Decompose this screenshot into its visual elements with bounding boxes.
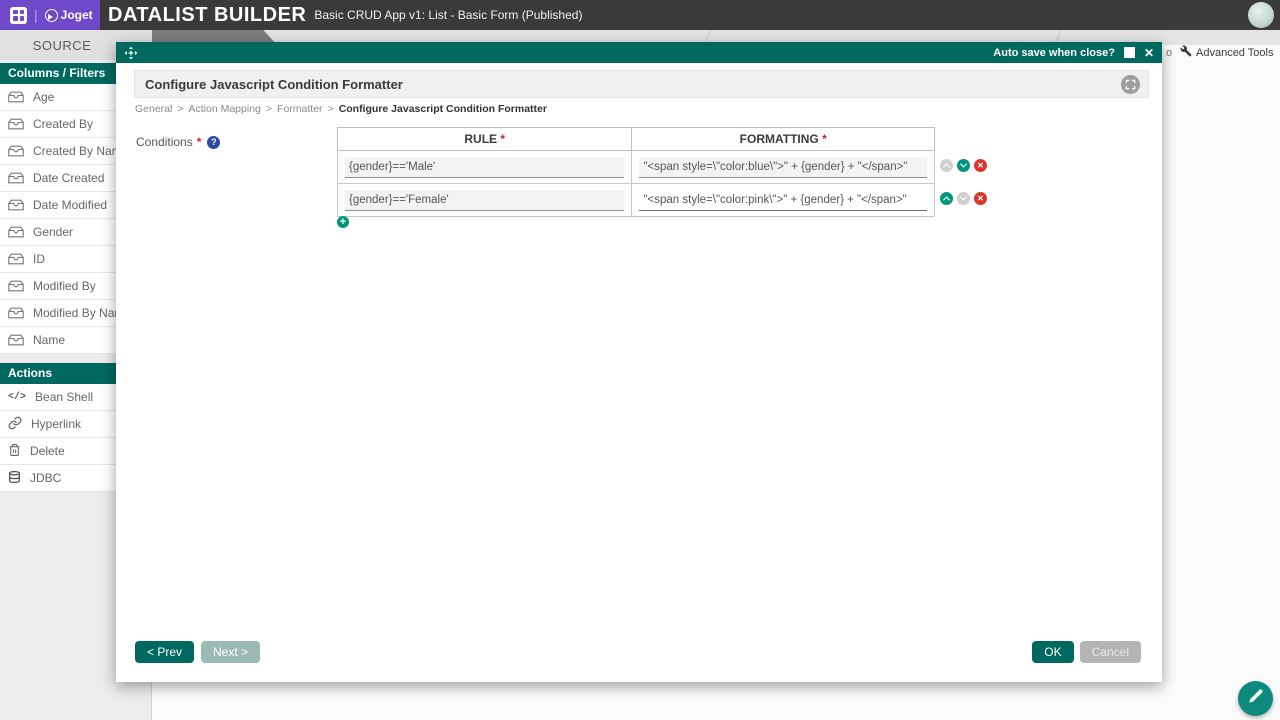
crumb-formatter[interactable]: Formatter bbox=[277, 103, 323, 115]
app-center-block[interactable]: | Joget bbox=[0, 0, 100, 30]
formatting-input-1[interactable] bbox=[639, 157, 927, 178]
builder-subtitle: Basic CRUD App v1: List - Basic Form (Pu… bbox=[314, 8, 582, 22]
autosave-checkbox[interactable] bbox=[1124, 47, 1135, 58]
dialog-actions: OK Cancel bbox=[1032, 641, 1141, 663]
close-icon[interactable]: ✕ bbox=[1144, 47, 1154, 59]
trash-icon bbox=[8, 443, 21, 460]
pencil-icon bbox=[1248, 688, 1264, 709]
formatting-input-2[interactable] bbox=[639, 190, 927, 211]
condition-row-1 bbox=[338, 151, 935, 184]
joget-logo: Joget bbox=[45, 8, 93, 22]
advanced-tools-link[interactable]: Advanced Tools bbox=[1180, 45, 1273, 60]
joget-brand-label: Joget bbox=[61, 8, 93, 22]
formatting-column-header: FORMATTING * bbox=[632, 128, 935, 151]
ok-button[interactable]: OK bbox=[1032, 641, 1073, 663]
prev-button[interactable]: < Prev bbox=[135, 641, 194, 663]
inbox-icon bbox=[8, 307, 24, 319]
rule-column-header: RULE * bbox=[338, 128, 632, 151]
link-icon bbox=[8, 416, 22, 433]
user-avatar[interactable] bbox=[1248, 2, 1274, 28]
crumb-general[interactable]: General bbox=[135, 103, 172, 115]
breadcrumb: General > Action Mapping > Formatter > C… bbox=[135, 103, 547, 115]
move-up-icon-disabled bbox=[940, 159, 953, 172]
inbox-icon bbox=[8, 253, 24, 265]
delete-row-icon[interactable]: ✕ bbox=[974, 192, 987, 205]
inbox-icon bbox=[8, 172, 24, 184]
cancel-button[interactable]: Cancel bbox=[1080, 641, 1141, 663]
row-1-controls: ✕ bbox=[940, 159, 987, 172]
dialog-header: Configure Javascript Condition Formatter bbox=[134, 70, 1149, 98]
move-up-icon[interactable] bbox=[940, 192, 953, 205]
joget-logo-icon bbox=[45, 9, 58, 22]
conditions-header-row: RULE * FORMATTING * bbox=[338, 128, 935, 151]
partial-tab-text: o bbox=[1166, 47, 1172, 59]
top-bar: | Joget DATALIST BUILDER Basic CRUD App … bbox=[0, 0, 1280, 30]
wrench-icon bbox=[1180, 45, 1192, 60]
conditions-table: RULE * FORMATTING * bbox=[337, 127, 935, 217]
dialog-titlebar: Auto save when close? ✕ bbox=[116, 42, 1162, 63]
database-icon bbox=[8, 470, 21, 487]
delete-row-icon[interactable]: ✕ bbox=[974, 159, 987, 172]
crumb-current: Configure Javascript Condition Formatter bbox=[339, 103, 547, 115]
advanced-tools-label: Advanced Tools bbox=[1196, 47, 1273, 59]
conditions-field-label: Conditions * ? bbox=[136, 135, 220, 149]
inbox-icon bbox=[8, 226, 24, 238]
row-2-controls: ✕ bbox=[940, 192, 987, 205]
rule-input-2[interactable] bbox=[345, 190, 624, 211]
inbox-icon bbox=[8, 334, 24, 346]
autosave-label: Auto save when close? bbox=[993, 47, 1115, 59]
edit-fab[interactable] bbox=[1238, 681, 1273, 716]
inbox-icon bbox=[8, 118, 24, 130]
crumb-action-mapping[interactable]: Action Mapping bbox=[189, 103, 261, 115]
builder-title: DATALIST BUILDER bbox=[108, 4, 306, 27]
inbox-icon bbox=[8, 145, 24, 157]
inbox-icon bbox=[8, 91, 24, 103]
move-down-icon[interactable] bbox=[957, 159, 970, 172]
help-icon[interactable]: ? bbox=[207, 136, 220, 149]
code-icon: </> bbox=[8, 392, 26, 403]
dialog-title: Configure Javascript Condition Formatter bbox=[145, 77, 403, 92]
screen: SOURCE o Advanced Tools Columns / Filter… bbox=[0, 0, 1280, 720]
fullscreen-icon[interactable] bbox=[1121, 75, 1140, 94]
rule-input-1[interactable] bbox=[345, 157, 624, 178]
source-tab-label: SOURCE bbox=[33, 38, 92, 53]
property-dialog: Auto save when close? ✕ Configure Javasc… bbox=[116, 42, 1162, 682]
add-row-icon[interactable]: + bbox=[337, 216, 349, 228]
wizard-nav: < Prev Next > bbox=[135, 641, 260, 663]
inbox-icon bbox=[8, 280, 24, 292]
condition-row-2 bbox=[338, 184, 935, 217]
next-button[interactable]: Next > bbox=[201, 641, 260, 663]
apps-grid-icon bbox=[10, 7, 27, 24]
move-down-icon-disabled bbox=[957, 192, 970, 205]
inbox-icon bbox=[8, 199, 24, 211]
move-icon[interactable] bbox=[124, 46, 138, 60]
